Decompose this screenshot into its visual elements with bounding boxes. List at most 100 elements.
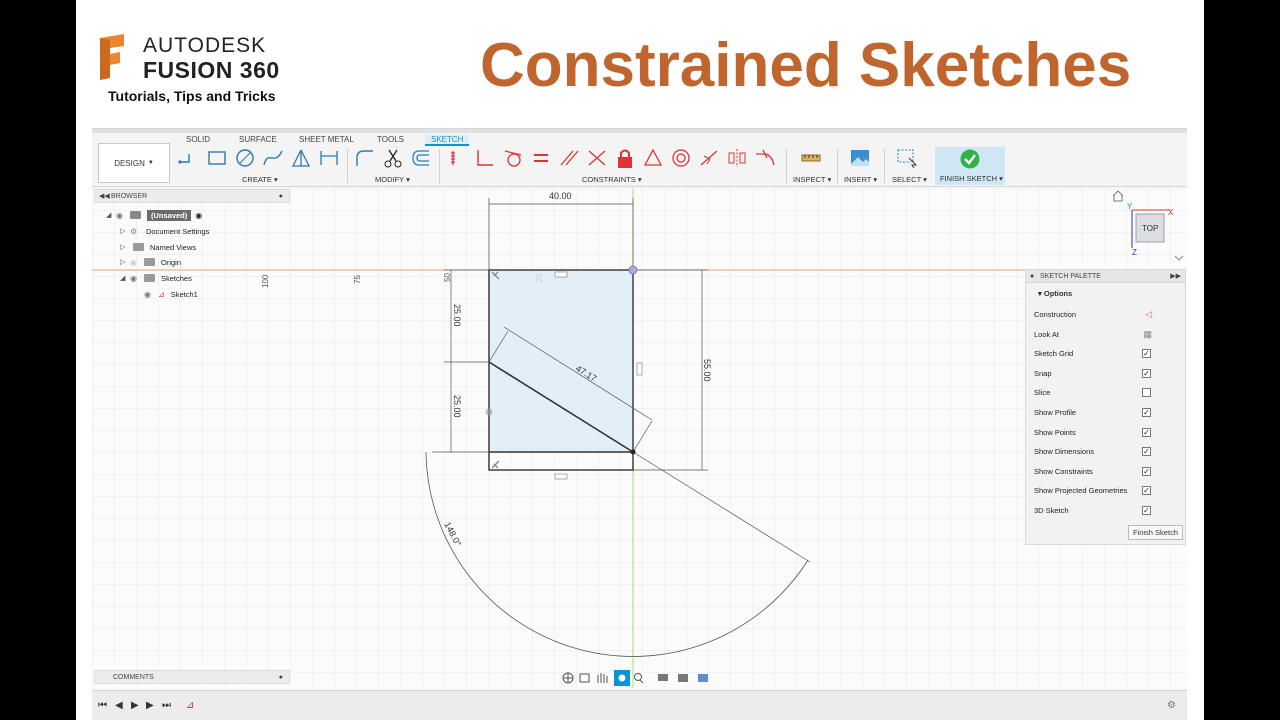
look-at-icon[interactable] [579,673,590,683]
next-icon[interactable]: ▶ [146,700,154,711]
look-at-icon[interactable]: ▦ [1143,325,1152,345]
grid-settings-icon[interactable] [678,674,688,682]
palette-option[interactable]: Construction ◁ [1026,305,1185,325]
radio-icon[interactable]: ◉ [195,211,202,220]
previous-icon[interactable]: ◀ [115,700,123,711]
tree-item-root[interactable]: ◢ ◉ (Unsaved) ◉ [106,208,202,222]
spline-icon[interactable] [262,147,284,169]
pin-icon[interactable]: ● [1030,270,1034,283]
curvature-icon[interactable] [754,147,776,169]
fix-constraint-icon[interactable] [446,147,468,169]
width-dimension[interactable]: 40.00 [549,191,572,201]
play-icon[interactable]: ▶ [131,700,139,711]
dimension-icon[interactable] [318,147,340,169]
tangent-icon[interactable] [502,147,524,169]
checkbox[interactable] [1142,388,1151,398]
palette-option[interactable]: Show Profile ✓ [1026,403,1185,423]
palette-option[interactable]: Show Points ✓ [1026,423,1185,443]
expand-icon[interactable]: ▷ [120,227,130,235]
lock-icon[interactable] [614,147,636,169]
gear-icon[interactable]: ⚙ [1167,700,1176,711]
vertical-constraint-icon[interactable] [636,362,643,376]
trim-icon[interactable] [382,147,404,169]
expand-icon[interactable]: ▶▶ [1170,270,1181,283]
workspace-dropdown[interactable]: DESIGN ▼ [98,143,170,183]
tree-item-origin[interactable]: ▷ ◉ Origin [120,255,181,269]
origin-point[interactable] [628,265,638,275]
palette-option[interactable]: Snap ✓ [1026,364,1185,384]
finish-sketch-button[interactable]: FINISH SKETCH ▾ [935,147,1005,185]
rectangle-icon[interactable] [206,147,228,169]
group-select[interactable]: SELECT ▾ [892,175,927,184]
triangle-icon[interactable] [642,147,664,169]
equal-icon[interactable] [530,147,552,169]
group-inspect[interactable]: INSPECT ▾ [793,175,831,184]
expand-icon[interactable]: ◢ [120,274,130,282]
checkbox[interactable]: ✓ [1142,368,1151,378]
tree-item-sketch1[interactable]: ◉ ⊿ Sketch1 [144,287,198,301]
display-settings-icon[interactable] [658,674,668,681]
expand-icon[interactable]: ◢ [106,211,116,219]
sketch-point[interactable] [485,408,493,416]
height-dimension[interactable]: 55.00 [702,359,712,382]
tab-sheet-metal[interactable]: SHEET METAL [299,135,354,144]
palette-option[interactable]: Show Constraints ✓ [1026,462,1185,482]
horizontal-constraint-icon[interactable] [554,473,568,480]
pan-icon[interactable] [597,673,608,683]
viewports-icon[interactable] [698,674,708,682]
tab-sketch[interactable]: SKETCH [425,135,470,146]
measure-icon[interactable] [800,147,822,169]
palette-option[interactable]: 3D Sketch ✓ [1026,501,1185,521]
insert-image-icon[interactable] [849,147,871,169]
palette-option[interactable]: Look At ▦ [1026,325,1185,345]
timeline-sketch-icon[interactable]: ⊿ [186,700,194,711]
eye-icon[interactable]: ◉ [144,290,158,299]
eye-icon[interactable]: ◉ [130,258,144,267]
concentric-icon[interactable] [670,147,692,169]
expand-icon[interactable]: ▷ [120,243,130,251]
collapse-icon[interactable]: ◀◀ [99,190,110,203]
comments-panel[interactable]: COMMENTS ● [94,670,290,684]
tree-item-document-settings[interactable]: ▷ ⚙ Document Settings [120,224,209,238]
fillet-icon[interactable] [354,147,376,169]
tab-tools[interactable]: TOOLS [377,135,404,144]
palette-option[interactable]: Show Dimensions ✓ [1026,442,1185,462]
checkbox[interactable]: ✓ [1142,505,1151,515]
options-section[interactable]: ▾ Options [1026,283,1185,305]
coincident-icon[interactable] [586,147,608,169]
mirror-icon[interactable] [290,147,312,169]
circle-icon[interactable] [234,147,256,169]
orbit-icon[interactable] [562,672,574,684]
upper-dimension[interactable]: 25.00 [452,304,462,327]
checkbox[interactable]: ✓ [1142,486,1151,496]
construction-icon[interactable]: ◁ [1145,305,1152,325]
palette-option[interactable]: Slice [1026,383,1185,403]
palette-option[interactable]: Sketch Grid ✓ [1026,344,1185,364]
first-frame-icon[interactable]: ⏮ [98,700,107,711]
zoom-icon[interactable] [634,673,644,684]
palette-option[interactable]: Show Projected Geometries ✓ [1026,481,1185,501]
checkbox[interactable]: ✓ [1142,427,1151,437]
midpoint-icon[interactable] [698,147,720,169]
checkbox[interactable]: ✓ [1142,407,1151,417]
pin-icon[interactable]: ● [279,190,283,203]
browser-header[interactable]: ◀◀ BROWSER ● [94,189,290,203]
tab-solid[interactable]: SOLID [186,135,210,144]
palette-finish-button[interactable]: Finish Sketch [1127,525,1183,540]
tree-item-named-views[interactable]: ▷ Named Views [120,240,196,254]
group-insert[interactable]: INSERT ▾ [844,175,877,184]
pin-icon[interactable]: ● [279,671,283,684]
palette-header[interactable]: ● SKETCH PALETTE ▶▶ [1026,270,1185,283]
checkbox[interactable]: ✓ [1142,466,1151,476]
tab-surface[interactable]: SURFACE [239,135,277,144]
window-select-icon[interactable] [896,147,918,169]
checkbox[interactable]: ✓ [1142,349,1151,359]
expand-icon[interactable]: ▷ [120,258,130,266]
perpendicular-icon[interactable] [474,147,496,169]
tree-item-sketches[interactable]: ◢ ◉ Sketches [120,271,192,285]
last-frame-icon[interactable]: ⏭ [162,700,171,711]
group-constraints[interactable]: CONSTRAINTS ▾ [582,175,642,184]
sketch-profile[interactable] [489,270,633,452]
eye-icon[interactable]: ◉ [130,274,144,283]
group-modify[interactable]: MODIFY ▾ [375,175,410,184]
